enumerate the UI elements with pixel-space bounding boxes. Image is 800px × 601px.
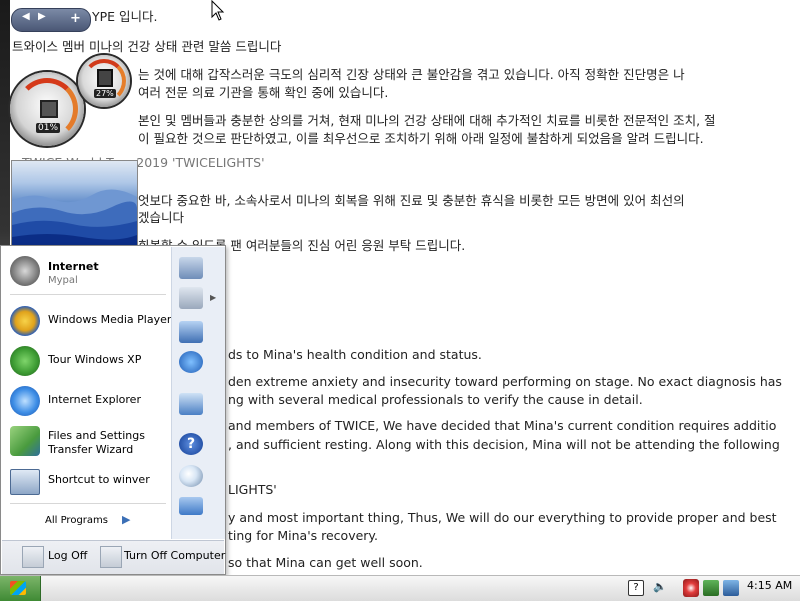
media-player-icon (10, 306, 40, 336)
transfer-wizard-icon (10, 426, 40, 456)
search-icon[interactable] (179, 465, 203, 487)
turn-off-button[interactable]: Turn Off Computer (124, 549, 225, 562)
article-korean-line: 본인 및 멤버들과 충분한 상의를 거쳐, 현재 미나의 건강 상태에 대해 추… (138, 113, 716, 128)
start-item-label: Tour Windows XP (48, 353, 142, 366)
all-programs-label: All Programs (45, 515, 108, 526)
start-item-tour-xp[interactable]: Tour Windows XP (8, 343, 168, 379)
article-english-line: den extreme anxiety and insecurity towar… (228, 374, 782, 389)
cpu-meter-value: 01% (36, 123, 61, 133)
slideshow-gadget[interactable] (11, 160, 138, 249)
start-item-transfer-wizard[interactable]: Files and Settings Transfer Wizard (8, 423, 168, 459)
article-english-line: so that Mina can get well soon. (228, 555, 423, 570)
start-menu: Internet Mypal Windows Media Player Tour… (0, 245, 226, 575)
start-item-label: Files and Settings (48, 429, 145, 442)
log-off-icon (22, 546, 44, 568)
my-computer-icon[interactable] (179, 287, 203, 309)
network-icon[interactable] (179, 351, 203, 373)
start-item-label: Transfer Wizard (48, 443, 134, 456)
start-menu-footer: Log Off Turn Off Computer (2, 540, 225, 574)
log-off-button[interactable]: Log Off (48, 549, 87, 562)
windows-logo-icon (10, 581, 26, 595)
winver-icon (10, 469, 40, 495)
start-item-label: Windows Media Player (48, 313, 172, 326)
all-programs-button[interactable]: All Programs ▶ (8, 509, 168, 533)
start-item-internet-explorer[interactable]: Internet Explorer (8, 383, 168, 419)
cpu-icon (40, 100, 58, 118)
article-english-line: , and sufficient resting. Along with thi… (228, 437, 780, 452)
prev-arrow-icon[interactable]: ◀ (22, 11, 30, 22)
article-korean-line: 이 필요한 것으로 판단하였고, 이를 최우선으로 조치하기 위해 아래 일정에… (138, 131, 704, 146)
tour-xp-icon (10, 346, 40, 376)
security-shield-icon[interactable] (683, 579, 699, 597)
start-item-sublabel: Mypal (48, 275, 78, 286)
article-english-line: y and most important thing, Thus, We wil… (228, 510, 777, 525)
ram-meter-gadget[interactable]: 27% (78, 55, 130, 107)
network-tray-icon[interactable] (703, 580, 719, 596)
sound-tray-icon[interactable]: 🔈 (653, 580, 667, 596)
cpu-meter-gadget[interactable]: 01% (10, 72, 84, 146)
start-item-label: Internet Explorer (48, 393, 141, 406)
add-gadget-button[interactable]: + (70, 11, 81, 26)
start-button[interactable] (0, 576, 41, 601)
start-menu-separator (10, 294, 166, 295)
article-english-line: ting for Mina's recovery. (228, 528, 379, 543)
article-english-line: and members of TWICE, We have decided th… (228, 418, 777, 433)
start-menu-separator (10, 503, 166, 504)
arrow-right-icon: ▶ (122, 513, 131, 526)
raccoon-browser-icon (10, 256, 40, 286)
start-item-label: Internet (48, 260, 99, 273)
article-korean-line: 여러 전문 의료 기관을 통해 확인 중에 있습니다. (138, 85, 389, 100)
article-header-line: YPE 입니다. (92, 9, 158, 24)
my-documents-icon[interactable] (179, 257, 203, 279)
help-icon[interactable]: ? (179, 433, 203, 455)
control-panel-icon[interactable] (179, 321, 203, 343)
next-arrow-icon[interactable]: ▶ (38, 11, 46, 22)
article-korean-line: 겠습니다 (138, 210, 185, 225)
settings-panel-icon[interactable] (179, 393, 203, 415)
run-icon[interactable] (179, 497, 203, 515)
update-tray-icon[interactable] (723, 580, 739, 596)
power-icon (100, 546, 122, 568)
submenu-arrow-icon: ▶ (210, 293, 217, 302)
article-korean-line: 는 것에 대해 갑작스러운 극도의 심리적 긴장 상태와 큰 불안감을 겪고 있… (138, 67, 685, 82)
taskbar-clock[interactable]: 4:15 AM (747, 579, 792, 592)
start-menu-places-pane: ▶ ? (171, 247, 225, 539)
article-english-line: ng with several medical professionals to… (228, 392, 643, 407)
article-english-line: ds to Mina's health condition and status… (228, 347, 482, 362)
sidebar-toolbar: ◀ ▶ + (11, 8, 91, 32)
help-tray-icon[interactable]: ? (628, 580, 644, 596)
start-menu-programs-pane: Internet Mypal Windows Media Player Tour… (2, 247, 172, 539)
start-item-internet[interactable]: Internet Mypal (8, 253, 168, 289)
article-korean-line: 엇보다 중요한 바, 소속사로서 미나의 회복을 위해 진료 및 충분한 휴식을… (138, 193, 685, 208)
article-english-line: LIGHTS' (228, 482, 277, 497)
start-item-media-player[interactable]: Windows Media Player (8, 303, 172, 339)
memory-icon (97, 69, 113, 87)
start-item-label: Shortcut to winver (48, 473, 150, 486)
internet-explorer-icon (10, 386, 40, 416)
mouse-cursor-icon (211, 0, 225, 25)
article-korean-title: 트와이스 멤버 미나의 건강 상태 관련 말씀 드립니다 (12, 39, 282, 54)
taskbar: ? 🔈 (0, 575, 800, 601)
start-item-winver[interactable]: Shortcut to winver (8, 463, 168, 499)
ram-meter-value: 27% (94, 89, 116, 98)
